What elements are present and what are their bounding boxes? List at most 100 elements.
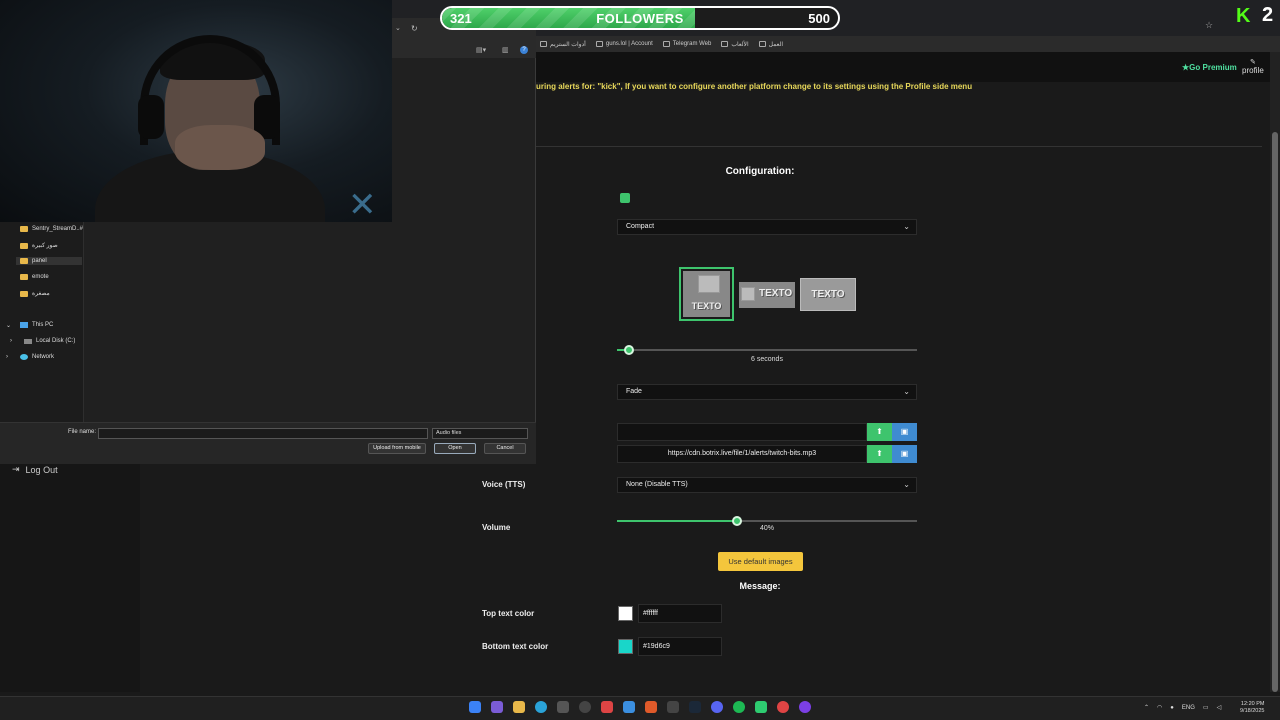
nav-item-folder[interactable]: Sentry_StreamD..# bbox=[16, 225, 87, 233]
store-icon[interactable] bbox=[557, 701, 569, 713]
nav-item-folder[interactable]: emote bbox=[16, 273, 53, 281]
bookmark-label: أدوات الستريم bbox=[550, 41, 586, 48]
gallery-icon: ▣ bbox=[900, 449, 909, 458]
network-icon[interactable]: ▭ bbox=[1203, 704, 1209, 711]
cancel-button[interactable]: Cancel bbox=[484, 443, 526, 454]
use-default-images-button[interactable]: Use default images bbox=[718, 552, 803, 571]
profile-link[interactable]: ✎ profile bbox=[1242, 58, 1264, 75]
page-topbar bbox=[536, 52, 1272, 82]
duration-slider-handle[interactable] bbox=[624, 345, 634, 355]
sidebar bbox=[0, 464, 140, 692]
help-icon[interactable]: ? bbox=[520, 46, 528, 54]
style-select[interactable]: Compact ⌄ bbox=[617, 219, 917, 235]
sound-url-field[interactable]: https://cdn.botrix.live/file/1/alerts/tw… bbox=[617, 445, 867, 463]
go-premium-label: Go Premium bbox=[1189, 63, 1237, 72]
nav-item-label: مصغرة bbox=[32, 291, 50, 297]
enabled-checkbox[interactable] bbox=[620, 193, 630, 203]
kick-logo-icon: K bbox=[1236, 5, 1251, 27]
nav-item-folder[interactable]: صور كبيرة bbox=[16, 241, 62, 250]
preview-pane-icon[interactable]: ▥ bbox=[502, 46, 509, 54]
folder-icon bbox=[758, 41, 766, 47]
file-type-select[interactable]: Audio files bbox=[432, 428, 528, 439]
scrollbar-thumb[interactable] bbox=[1272, 132, 1278, 692]
nav-item-label: This PC bbox=[32, 322, 54, 328]
folder-icon bbox=[595, 41, 603, 47]
top-color-input[interactable]: #ffffff bbox=[638, 604, 722, 623]
chevron-right-icon[interactable]: › bbox=[6, 354, 8, 360]
bookmark-item[interactable]: guns.lol | Account bbox=[595, 41, 653, 47]
layout-option-overlay[interactable]: TEXTO bbox=[800, 278, 856, 311]
upload-image-button[interactable]: ⬆ bbox=[867, 423, 892, 441]
layout-option-stacked[interactable]: TEXTO bbox=[679, 267, 734, 321]
file-name-input[interactable] bbox=[98, 428, 428, 439]
volume-label: Volume bbox=[482, 523, 511, 532]
system-tray: ⌃ ◠ ● ENG ▭ ◁ bbox=[1144, 704, 1222, 712]
bookmark-item[interactable]: العمل bbox=[758, 41, 783, 48]
logout-link[interactable]: ⇥ Log Out bbox=[12, 464, 58, 475]
language-indicator[interactable]: ENG bbox=[1182, 705, 1195, 711]
upload-icon: ⬆ bbox=[876, 449, 883, 458]
view-icon[interactable]: ▤▾ bbox=[476, 46, 486, 54]
upload-sound-button[interactable]: ⬆ bbox=[867, 445, 892, 463]
nav-item-disk[interactable]: › Local Disk (C:) bbox=[10, 337, 79, 345]
brave-icon[interactable] bbox=[645, 701, 657, 713]
image-url-field[interactable] bbox=[617, 423, 867, 441]
top-color-swatch[interactable] bbox=[618, 606, 633, 621]
chevron-right-icon[interactable]: › bbox=[10, 338, 12, 344]
open-button[interactable]: Open bbox=[434, 443, 476, 454]
animation-select-value: Fade bbox=[626, 388, 642, 395]
bookmark-item[interactable]: الألعاب bbox=[721, 41, 749, 48]
nav-item-folder[interactable]: panel bbox=[16, 257, 82, 265]
layout-option-inline[interactable]: TEXTO bbox=[739, 282, 795, 308]
kick-app-icon[interactable] bbox=[755, 701, 767, 713]
windows-start-icon[interactable] bbox=[469, 701, 481, 713]
bookmark-item[interactable]: أدوات الستريم bbox=[540, 41, 586, 48]
nav-item-network[interactable]: › Network bbox=[6, 353, 58, 361]
bottom-color-swatch[interactable] bbox=[618, 639, 633, 654]
microphone-icon[interactable]: ● bbox=[1170, 705, 1174, 711]
animation-select[interactable]: Fade ⌄ bbox=[617, 384, 917, 400]
nav-item-pc[interactable]: ⌄ This PC bbox=[6, 321, 57, 329]
app-icon-red[interactable] bbox=[601, 701, 613, 713]
voice-select[interactable]: None (Disable TTS) ⌄ bbox=[617, 477, 917, 493]
x-app-icon[interactable] bbox=[667, 701, 679, 713]
nav-item-label: Network bbox=[32, 354, 55, 360]
volume-icon[interactable]: ◁ bbox=[1217, 704, 1222, 711]
nav-item-label: emote bbox=[32, 274, 49, 280]
bookmark-item[interactable]: Telegram Web bbox=[662, 41, 711, 47]
taskbar-clock[interactable]: 12:20 PM 9/18/2025 bbox=[1240, 701, 1264, 715]
refresh-icon[interactable]: ↻ bbox=[411, 24, 418, 33]
folder-icon bbox=[20, 242, 28, 249]
chevron-down-icon: ⌄ bbox=[903, 222, 910, 231]
file-explorer-icon[interactable] bbox=[513, 701, 525, 713]
channel-logo-icon: ✕ bbox=[348, 185, 377, 222]
shield-app-icon[interactable] bbox=[623, 701, 635, 713]
main-page bbox=[536, 52, 1280, 692]
steam-icon[interactable] bbox=[689, 701, 701, 713]
discord-icon[interactable] bbox=[711, 701, 723, 713]
profile-label: profile bbox=[1242, 66, 1264, 75]
gallery-image-button[interactable]: ▣ bbox=[892, 423, 917, 441]
bottom-color-input[interactable]: #19d6c9 bbox=[638, 637, 722, 656]
chevron-down-icon[interactable]: ⌄ bbox=[6, 322, 11, 329]
nav-item-folder[interactable]: مصغرة bbox=[16, 289, 54, 298]
wifi-icon[interactable]: ◠ bbox=[1157, 704, 1162, 711]
obs-icon[interactable] bbox=[799, 701, 811, 713]
chevron-down-icon[interactable]: ⌄ bbox=[395, 24, 401, 32]
copilot-icon[interactable] bbox=[491, 701, 503, 713]
go-premium-link[interactable]: ★Go Premium bbox=[1182, 63, 1237, 72]
edge-icon[interactable] bbox=[535, 701, 547, 713]
duration-slider-track[interactable] bbox=[617, 349, 917, 351]
style-select-value: Compact bbox=[626, 223, 655, 230]
nav-item-label: panel bbox=[32, 258, 47, 264]
webcam-feed: ✕ bbox=[0, 0, 392, 222]
chevron-up-icon[interactable]: ⌃ bbox=[1144, 704, 1149, 711]
upload-from-mobile-button[interactable]: Upload from mobile bbox=[368, 443, 426, 454]
computer-icon bbox=[20, 322, 28, 328]
gallery-sound-button[interactable]: ▣ bbox=[892, 445, 917, 463]
record-app-icon[interactable] bbox=[777, 701, 789, 713]
followers-label: FOLLOWERS bbox=[596, 11, 684, 26]
spotify-icon[interactable] bbox=[733, 701, 745, 713]
star-icon[interactable]: ☆ bbox=[1205, 20, 1213, 31]
settings-icon[interactable] bbox=[579, 701, 591, 713]
